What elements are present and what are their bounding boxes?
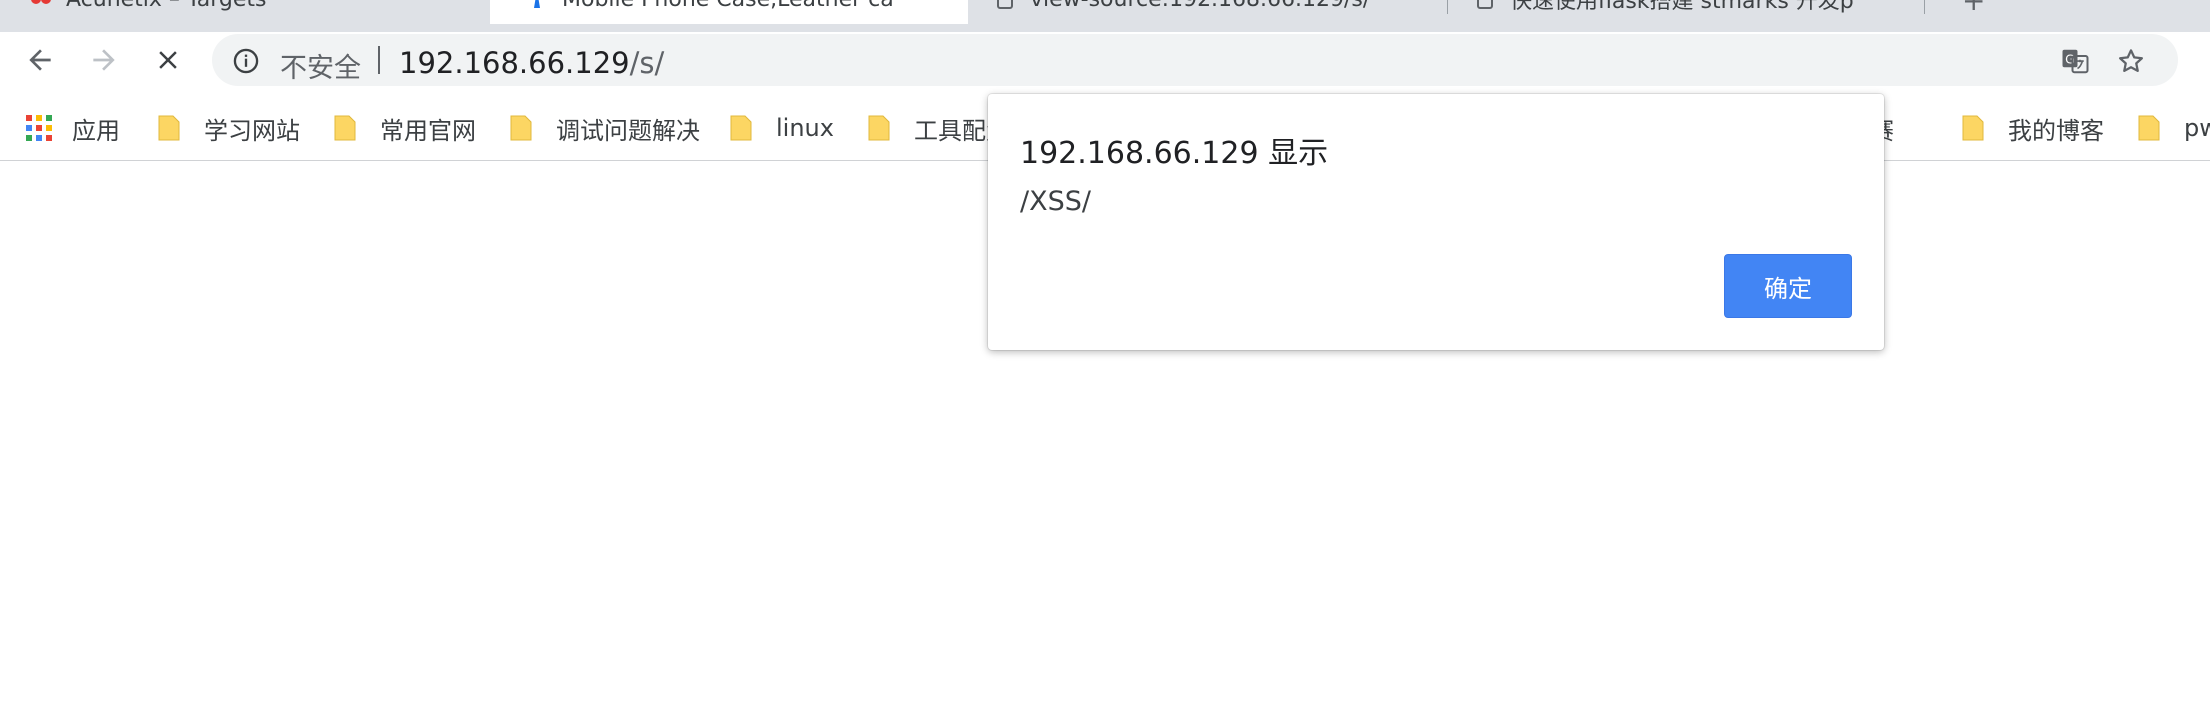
address-bar[interactable]: 不安全 192.168.66.129/s/ G <box>212 34 2178 86</box>
tab-flask[interactable]: 快速使用flask搭建 stmarks 开发p <box>1474 0 1914 24</box>
tab-separator <box>1447 0 1448 14</box>
folder-icon <box>334 115 356 141</box>
folder-icon <box>1962 115 1984 141</box>
folder-icon <box>730 115 752 141</box>
close-icon <box>159 51 177 69</box>
security-status-label[interactable]: 不安全 <box>280 46 361 85</box>
bookmark-folder-debug-solutions[interactable]: 调试问题解决 <box>508 108 700 148</box>
folder-icon <box>158 115 180 141</box>
address-divider <box>378 46 380 74</box>
apps-grid-icon <box>26 115 52 141</box>
bookmark-folder-linux[interactable]: linux <box>728 108 834 148</box>
folder-icon <box>868 115 890 141</box>
bookmark-apps[interactable]: 应用 <box>26 108 120 148</box>
bookmark-label: pwn <box>2184 114 2210 142</box>
bookmark-folder-my-blog[interactable]: 我的博客 <box>1960 108 2104 148</box>
forward-button[interactable] <box>84 40 124 80</box>
ok-button[interactable]: 确定 <box>1724 254 1852 318</box>
folder-icon <box>2138 115 2160 141</box>
document-icon <box>1474 0 1496 10</box>
dialog-title: 192.168.66.129 显示 <box>1020 136 1329 171</box>
bookmark-label: 应用 <box>72 116 120 145</box>
tab-label: Mobile Phone Case,Leather ca <box>562 0 894 12</box>
translate-icon[interactable]: G <box>2060 46 2090 80</box>
tab-view-source[interactable]: view-source:192.168.66.129/s/ <box>994 0 1434 24</box>
tab-strip: Acunetix – Targets Mobile Phone Case,Lea… <box>0 0 2210 32</box>
tab-acunetix[interactable]: Acunetix – Targets <box>30 0 480 24</box>
url-path: /s/ <box>629 46 665 80</box>
tab-label: view-source:192.168.66.129/s/ <box>1030 0 1370 12</box>
browser-toolbar: 不安全 192.168.66.129/s/ G <box>0 32 2210 88</box>
arrow-right-icon <box>93 49 115 71</box>
acunetix-favicon-icon <box>30 0 52 10</box>
tab-mobile-phone-case[interactable]: Mobile Phone Case,Leather ca <box>490 0 968 24</box>
tab-label: Acunetix – Targets <box>66 0 266 12</box>
dialog-message: /XSS/ <box>1020 186 1091 217</box>
bookmark-label: linux <box>776 114 834 142</box>
new-tab-plus-icon[interactable]: + <box>1962 0 1985 17</box>
bookmark-folder-pwn[interactable]: pwn <box>2136 108 2210 148</box>
bookmark-folder-official-sites[interactable]: 常用官网 <box>332 108 476 148</box>
tab-label: 快速使用flask搭建 stmarks 开发p <box>1510 0 1854 14</box>
stop-loading-button[interactable] <box>148 40 188 80</box>
bookmark-star-icon[interactable] <box>2116 46 2146 80</box>
url-text[interactable]: 192.168.66.129/s/ <box>399 46 664 80</box>
back-button[interactable] <box>20 40 60 80</box>
page-favicon-icon <box>526 0 548 10</box>
bookmark-folder-study-sites[interactable]: 学习网站 <box>156 108 300 148</box>
folder-icon <box>510 115 532 141</box>
bookmark-label: 常用官网 <box>380 116 476 145</box>
bookmark-label: 学习网站 <box>204 116 300 145</box>
alert-dialog: 192.168.66.129 显示 /XSS/ 确定 <box>988 94 1884 350</box>
document-icon <box>994 0 1016 10</box>
bookmark-label: 我的博客 <box>2008 116 2104 145</box>
info-icon[interactable] <box>232 47 260 79</box>
bookmark-label: 调试问题解决 <box>556 116 700 145</box>
url-host: 192.168.66.129 <box>399 46 630 80</box>
tab-separator <box>1924 0 1925 14</box>
arrow-left-icon <box>29 49 51 71</box>
